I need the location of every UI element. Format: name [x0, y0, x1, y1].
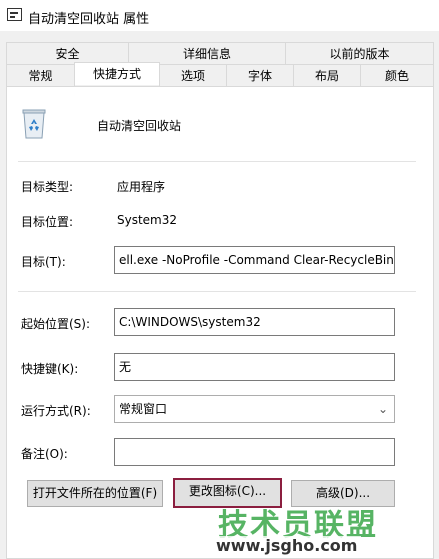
run-select-value: 常规窗口	[119, 402, 168, 416]
target-field[interactable]: ell.exe -NoProfile -Command Clear-Recycl…	[114, 246, 395, 274]
hotkey-label: 快捷键(K):	[21, 362, 79, 376]
separator	[18, 291, 416, 292]
tab-colors[interactable]: 颜色	[360, 64, 434, 86]
target-type-value: 应用程序	[117, 180, 166, 194]
comment-label: 备注(O):	[21, 447, 68, 461]
tab-options[interactable]: 选项	[159, 64, 227, 86]
run-label: 运行方式(R):	[21, 404, 91, 418]
run-select[interactable]: 常规窗口 ⌄	[114, 395, 395, 423]
watermark-url: www.jsgho.com	[212, 536, 362, 555]
tab-layout[interactable]: 布局	[293, 64, 361, 86]
tab-details[interactable]: 详细信息	[128, 42, 286, 64]
tab-font[interactable]: 字体	[226, 64, 294, 86]
recycle-bin-icon	[22, 109, 46, 139]
target-location-label: 目标位置:	[21, 215, 74, 229]
target-location-value: System32	[117, 213, 178, 227]
tab-security[interactable]: 安全	[6, 42, 129, 64]
tab-general[interactable]: 常规	[6, 64, 75, 86]
start-in-label: 起始位置(S):	[21, 317, 91, 331]
title-bar: 自动清空回收站 属性	[0, 0, 439, 31]
target-label: 目标(T):	[21, 255, 66, 269]
hotkey-field[interactable]: 无	[114, 353, 395, 381]
shortcut-name: 自动清空回收站	[97, 119, 182, 133]
shortcut-window-icon	[7, 8, 22, 21]
start-in-field[interactable]: C:\WINDOWS\system32	[114, 308, 395, 336]
target-type-label: 目标类型:	[21, 180, 74, 194]
open-file-location-button[interactable]: 打开文件所在的位置(F)	[27, 480, 163, 507]
tab-shortcut[interactable]: 快捷方式	[74, 62, 160, 85]
separator	[18, 161, 416, 162]
tab-previous-versions[interactable]: 以前的版本	[285, 42, 434, 64]
window-title: 自动清空回收站 属性	[28, 12, 150, 27]
chevron-down-icon: ⌄	[377, 402, 388, 416]
comment-field[interactable]	[114, 438, 395, 466]
